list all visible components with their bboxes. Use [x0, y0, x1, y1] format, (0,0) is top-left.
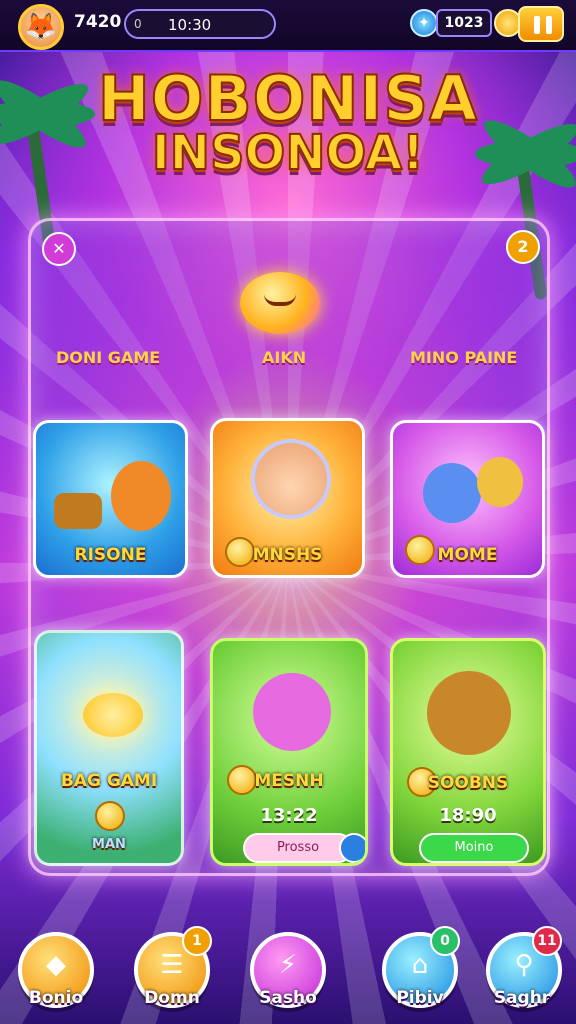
game-card-mome[interactable]: MOME	[390, 420, 545, 578]
section-header-right: MINO PAINE	[410, 348, 518, 367]
timer-value: 10:30	[168, 16, 212, 34]
nav-badge-saghr: 11	[532, 926, 562, 956]
card-timer: 13:22	[260, 805, 318, 826]
section-header-left: DONI GAME	[56, 348, 161, 367]
card-label: BAG GAMI	[60, 771, 158, 791]
smiley-bubble-icon	[240, 272, 320, 334]
game-card-mesnh[interactable]: MESNH 13:22 Prosso	[210, 638, 368, 866]
game-card-risone[interactable]: RISONE	[33, 420, 188, 578]
game-title-line2: INSONOA!	[151, 124, 425, 182]
card-label: MOME	[437, 545, 498, 565]
nav-label-bonio: Bonio	[28, 988, 84, 1008]
timer-box: 0 10:30	[124, 9, 276, 39]
card-label: MESNH	[254, 771, 324, 791]
coin-icon	[95, 801, 125, 831]
card-action-button[interactable]: Moino	[419, 833, 529, 863]
sparkle-badge-icon[interactable]: ✕	[42, 232, 76, 266]
pause-button[interactable]	[518, 6, 564, 42]
golden-bell-icon	[83, 693, 143, 737]
nav-label-sasho: Sasho	[259, 988, 317, 1008]
board-badge-right[interactable]: 2	[506, 230, 540, 264]
bear-character-icon	[427, 671, 511, 755]
nav-label-pibiv: Pibiv	[396, 988, 444, 1008]
top-bar: 🦊 7420 0 10:30 ✦ 1023	[0, 0, 576, 52]
player-avatar[interactable]: 🦊	[18, 4, 64, 50]
game-card-bag-gami[interactable]: BAG GAMI MAN	[34, 630, 184, 866]
gem-icon: ✦	[410, 9, 438, 37]
card-sub-label: MAN	[92, 837, 126, 852]
shield-icon: ◆	[46, 950, 66, 980]
plug-icon: ⚡	[278, 950, 298, 980]
card-label: RISONE	[74, 545, 147, 565]
blue-creature-icon	[423, 463, 481, 523]
nav-badge-pibiv: 0	[430, 926, 460, 956]
card-label: SOOBNS	[427, 773, 509, 793]
nav-badge-domn: 1	[182, 926, 212, 956]
share-icon[interactable]	[339, 833, 365, 863]
pink-cat-character-icon	[253, 673, 331, 751]
score-value: 7420	[74, 12, 122, 32]
game-card-soobns[interactable]: SOOBNS 18:90 Moino	[390, 638, 546, 866]
game-card-mnshs[interactable]: MNSHS	[210, 418, 365, 578]
section-header-center: AIKN	[262, 348, 307, 367]
kid-character-icon	[251, 439, 331, 519]
cat-character-icon	[477, 457, 523, 507]
nav-label-domn: Domn	[144, 988, 200, 1008]
bread-icon	[54, 493, 102, 529]
fox-character-icon	[111, 461, 171, 531]
card-label: MNSHS	[252, 545, 323, 565]
timer-small-value: 0	[134, 17, 142, 31]
card-timer: 18:90	[439, 805, 497, 826]
nav-label-saghr: Saghr	[493, 988, 551, 1008]
gem-count: 1023	[436, 9, 492, 37]
card-action-button[interactable]: Prosso	[243, 833, 353, 863]
